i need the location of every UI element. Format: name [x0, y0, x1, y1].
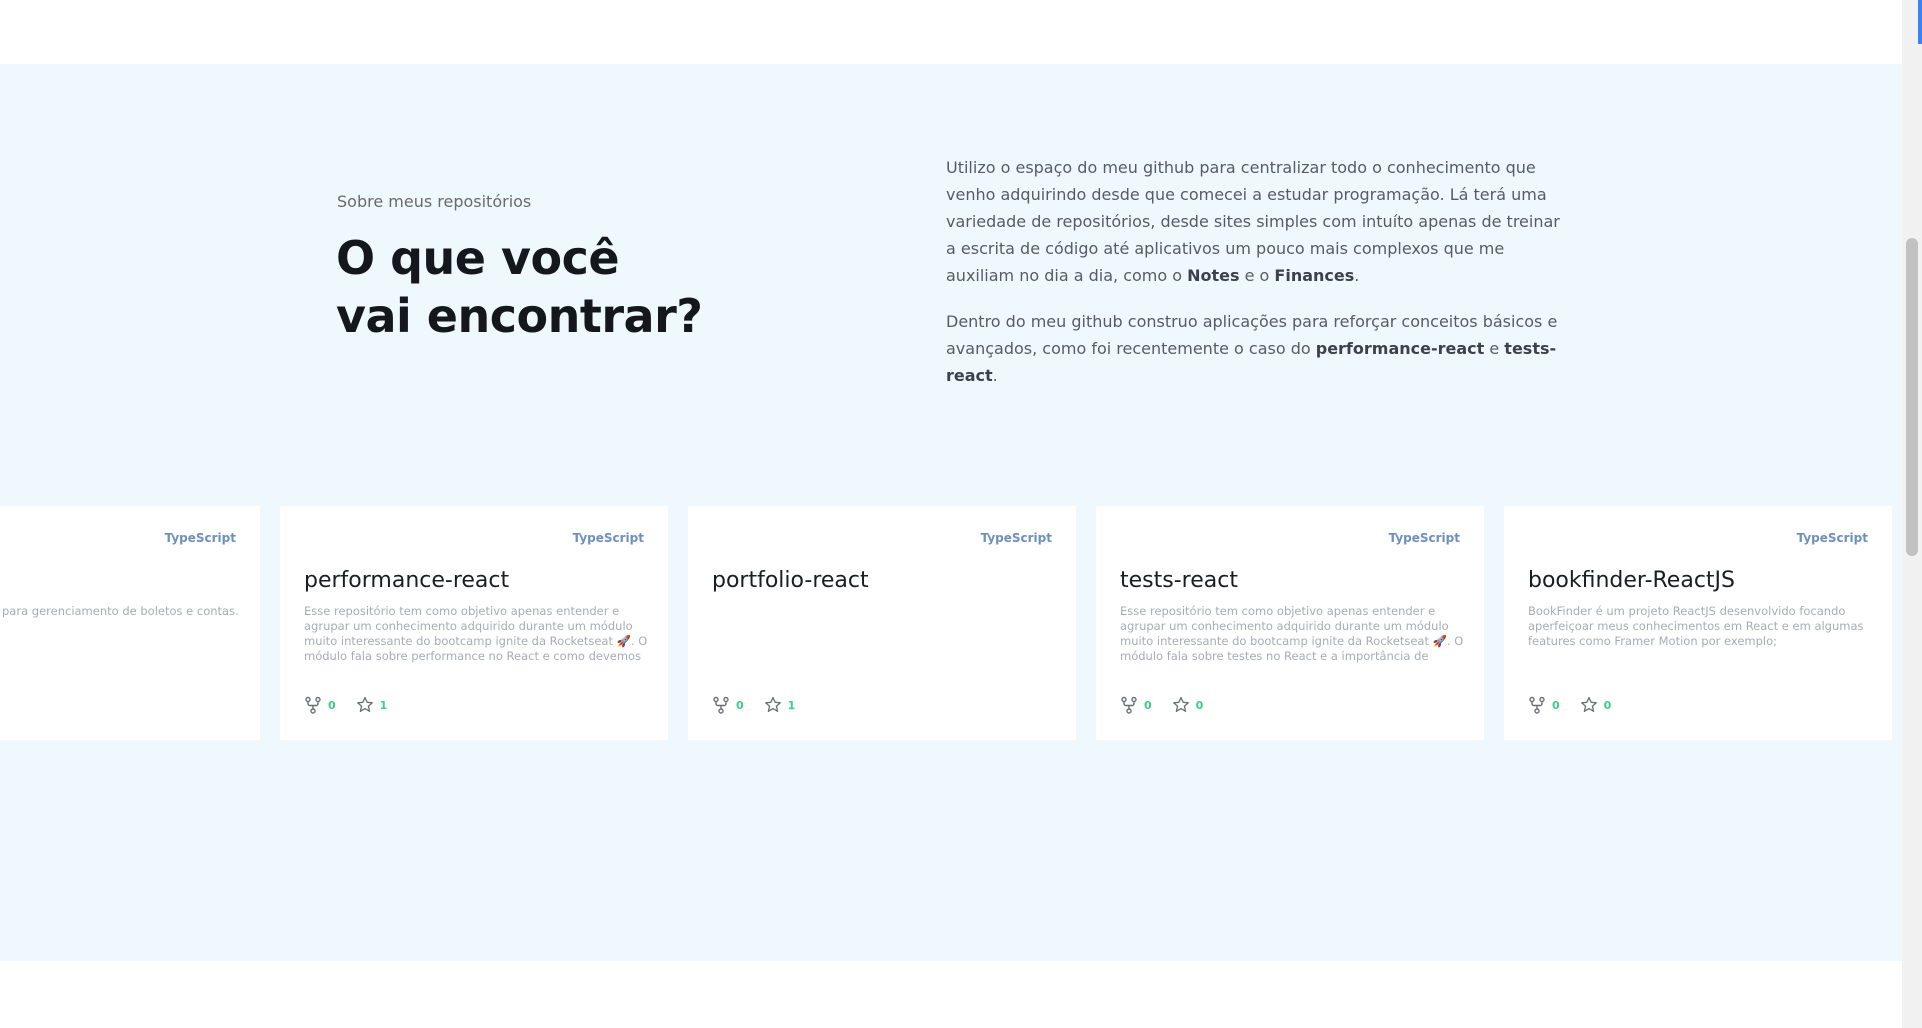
section-eyebrow: Sobre meus repositórios	[337, 192, 532, 211]
fork-count: 0	[304, 696, 336, 714]
repo-card[interactable]: TypeScript portfolio-react 0 1	[688, 506, 1076, 740]
star-count: 0	[1172, 696, 1204, 714]
repo-name: portfolio-react	[712, 568, 869, 593]
description-paragraph-2: Dentro do meu github construo aplicações…	[946, 308, 1566, 389]
section-title-line-2: vai encontrar?	[336, 289, 703, 343]
description-text: .	[1354, 266, 1360, 285]
repo-name: performance-react	[304, 568, 510, 593]
fork-icon	[1529, 696, 1545, 714]
repositories-section: Sobre meus repositórios O que você vai e…	[0, 64, 1902, 961]
description-text: .	[992, 366, 998, 385]
page-scrollbar[interactable]	[1902, 0, 1922, 1028]
fork-count-value: 0	[328, 698, 336, 712]
description-text: e o	[1239, 266, 1275, 285]
repo-description: Esse repositório tem como objetivo apena…	[304, 604, 648, 663]
fork-count: 0	[1120, 696, 1152, 714]
star-count-value: 1	[787, 698, 796, 712]
repo-stats: 0 1	[304, 696, 407, 714]
finances-highlight: Finances	[1274, 266, 1355, 285]
repo-description: BookFinder é um projeto ReactJS desenvol…	[1528, 604, 1864, 648]
star-icon	[356, 696, 373, 712]
star-count: 1	[356, 696, 388, 714]
repo-stats: 0 0	[1528, 696, 1631, 714]
star-icon	[764, 696, 781, 712]
repo-stats: 0 1	[712, 696, 815, 714]
repo-description: Esse repositório tem como objetivo apena…	[1120, 604, 1464, 663]
repo-carousel[interactable]: TypeScript para gerenciamento de boletos…	[0, 506, 1902, 740]
performance-react-highlight: performance-react	[1315, 339, 1485, 358]
fork-count-value: 0	[1552, 698, 1560, 712]
repo-name: bookfinder-ReactJS	[1528, 568, 1735, 593]
repo-language: TypeScript	[980, 531, 1052, 545]
description-text: e	[1484, 339, 1505, 358]
repo-stats: 0 0	[1120, 696, 1223, 714]
star-icon	[1580, 696, 1597, 712]
fork-count: 0	[1528, 696, 1560, 714]
section-title-line-1: O que você	[336, 231, 620, 285]
star-count-value: 1	[379, 698, 388, 712]
repo-language: TypeScript	[572, 531, 644, 545]
star-icon	[1172, 696, 1189, 712]
star-count: 1	[764, 696, 796, 714]
repo-language: TypeScript	[1796, 531, 1868, 545]
section-title: O que você vai encontrar?	[336, 229, 756, 345]
fork-count: 0	[712, 696, 744, 714]
scrollbar-thumb[interactable]	[1906, 238, 1918, 556]
repo-card[interactable]: TypeScript tests-react Esse repositório …	[1096, 506, 1484, 740]
fork-icon	[713, 696, 729, 714]
repo-card[interactable]: TypeScript para gerenciamento de boletos…	[0, 506, 260, 740]
fork-count-value: 0	[1144, 698, 1152, 712]
star-count-value: 0	[1195, 698, 1204, 712]
section-description: Utilizo o espaço do meu github para cent…	[946, 154, 1566, 408]
description-paragraph-1: Utilizo o espaço do meu github para cent…	[946, 154, 1566, 289]
star-count-value: 0	[1603, 698, 1612, 712]
window-edge-accent	[1918, 0, 1922, 44]
notes-highlight: Notes	[1187, 266, 1240, 285]
fork-count-value: 0	[736, 698, 744, 712]
fork-icon	[1121, 696, 1137, 714]
repo-card[interactable]: TypeScript bookfinder-ReactJS BookFinder…	[1504, 506, 1892, 740]
repo-name: tests-react	[1120, 568, 1238, 593]
fork-icon	[305, 696, 321, 714]
repo-language: TypeScript	[164, 531, 236, 545]
repo-card[interactable]: TypeScript performance-react Esse reposi…	[280, 506, 668, 740]
star-count: 0	[1580, 696, 1612, 714]
repo-language: TypeScript	[1388, 531, 1460, 545]
